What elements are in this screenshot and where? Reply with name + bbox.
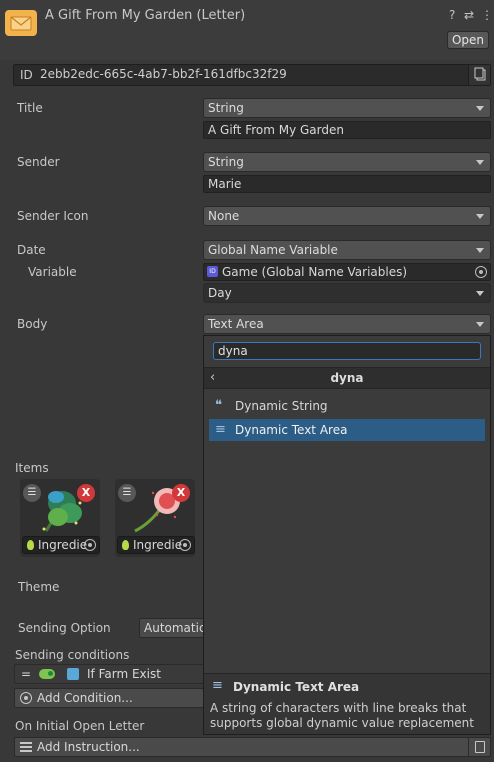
item-name: Ingredie bbox=[133, 538, 183, 552]
item-card[interactable]: ☰ X Ingredie bbox=[20, 479, 100, 557]
type-search-popup: dyna dyna ‹ ❝ Dynamic String ≡ Dynamic T… bbox=[203, 335, 491, 735]
date-type-dropdown[interactable]: Global Name Variable bbox=[203, 240, 491, 260]
condition-row[interactable]: = If Farm Exist bbox=[14, 664, 204, 684]
description-title: Dynamic Text Area bbox=[233, 680, 360, 694]
theme-label: Theme bbox=[18, 580, 60, 594]
cube-icon bbox=[67, 668, 79, 680]
add-instruction-button[interactable]: Add Instruction... bbox=[14, 737, 491, 757]
title-type-dropdown[interactable]: String bbox=[203, 98, 491, 118]
id-value[interactable]: 2ebb2edc-665c-4ab7-bb2f-161dfbc32f29 bbox=[40, 67, 287, 81]
option-dynamic-string[interactable]: ❝ Dynamic String bbox=[209, 395, 485, 417]
chevron-down-icon bbox=[476, 106, 484, 111]
chevron-down-icon bbox=[476, 160, 484, 165]
title-label: Title bbox=[17, 101, 43, 115]
sender-input[interactable]: Marie bbox=[203, 175, 491, 193]
chevron-down-icon bbox=[476, 214, 484, 219]
help-icon[interactable]: ? bbox=[449, 8, 455, 22]
chevron-down-icon bbox=[476, 248, 484, 253]
toggle-icon[interactable] bbox=[39, 669, 55, 679]
variable-label: Variable bbox=[28, 265, 77, 279]
menu-icon[interactable]: ⋮ bbox=[481, 8, 493, 22]
on-open-label: On Initial Open Letter bbox=[15, 719, 145, 733]
add-instruction-label: Add Instruction... bbox=[37, 740, 140, 754]
title-input[interactable]: A Gift From My Garden bbox=[203, 121, 491, 139]
item-tag[interactable]: Ingredie bbox=[22, 536, 100, 554]
quote-icon: ❝ bbox=[215, 398, 222, 413]
text-area-icon: ≡ bbox=[215, 422, 226, 437]
search-input[interactable]: dyna bbox=[213, 342, 481, 360]
item-name: Ingredie bbox=[38, 538, 88, 552]
instruction-list-icon bbox=[20, 741, 32, 753]
asset-title: A Gift From My Garden (Letter) bbox=[45, 8, 246, 23]
items-label: Items bbox=[15, 461, 49, 475]
id-label: ID bbox=[20, 68, 33, 82]
popup-navbar: dyna ‹ bbox=[204, 367, 490, 389]
envelope-icon bbox=[5, 10, 37, 36]
list-icon[interactable]: ☰ bbox=[118, 484, 136, 502]
open-button[interactable]: Open bbox=[447, 31, 489, 49]
date-subtype-dropdown[interactable]: Day bbox=[203, 283, 491, 303]
body-label: Body bbox=[17, 317, 48, 331]
add-condition-button[interactable]: Add Condition... bbox=[14, 688, 204, 708]
condition-label: If Farm Exist bbox=[87, 667, 161, 681]
object-picker-icon bbox=[84, 539, 96, 551]
body-type-dropdown[interactable]: Text Area bbox=[203, 314, 491, 334]
id-field: ID 2ebb2edc-665c-4ab7-bb2f-161dfbc32f29 bbox=[13, 64, 491, 86]
remove-item-button[interactable]: X bbox=[77, 484, 95, 502]
date-label: Date bbox=[17, 243, 46, 257]
copy-icon bbox=[474, 67, 486, 81]
option-description: ≡ Dynamic Text Area A string of characte… bbox=[204, 673, 490, 734]
copy-button[interactable] bbox=[468, 65, 490, 85]
inspector-header: A Gift From My Garden (Letter) ? ⇄ ⋮ Ope… bbox=[0, 0, 494, 60]
option-label: Dynamic Text Area bbox=[235, 423, 348, 437]
sending-conditions-label: Sending conditions bbox=[15, 648, 130, 662]
global-variable-icon: ID bbox=[207, 266, 218, 277]
item-tag[interactable]: Ingredie bbox=[117, 536, 195, 554]
description-text: A string of characters with line breaks … bbox=[210, 701, 474, 730]
add-condition-icon bbox=[20, 692, 32, 704]
item-card[interactable]: ☰ X Ingredie bbox=[115, 479, 195, 557]
sender-icon-dropdown[interactable]: None bbox=[203, 206, 491, 226]
text-area-icon: ≡ bbox=[212, 678, 223, 693]
chevron-down-icon bbox=[476, 322, 484, 327]
variable-field[interactable]: ID Game (Global Name Variables) bbox=[203, 263, 491, 281]
sender-type-dropdown[interactable]: String bbox=[203, 152, 491, 172]
sender-label: Sender bbox=[17, 155, 60, 169]
ingredient-icon bbox=[122, 540, 129, 550]
back-icon[interactable]: ‹ bbox=[210, 370, 215, 385]
add-condition-label: Add Condition... bbox=[37, 691, 133, 705]
option-dynamic-text-area[interactable]: ≡ Dynamic Text Area bbox=[209, 419, 485, 441]
option-label: Dynamic String bbox=[235, 399, 328, 413]
object-picker-icon bbox=[179, 539, 191, 551]
object-picker-icon[interactable] bbox=[475, 266, 487, 278]
clipboard-icon[interactable] bbox=[468, 738, 490, 756]
variable-value: Game (Global Name Variables) bbox=[222, 265, 408, 279]
chevron-down-icon bbox=[476, 291, 484, 296]
remove-item-button[interactable]: X bbox=[172, 484, 190, 502]
sending-option-label: Sending Option bbox=[18, 621, 111, 635]
ingredient-icon bbox=[27, 540, 34, 550]
popup-breadcrumb: dyna bbox=[330, 371, 364, 385]
sender-icon-label: Sender Icon bbox=[17, 209, 89, 223]
settings-icon[interactable]: ⇄ bbox=[464, 8, 474, 22]
sending-option-dropdown[interactable]: Automatic bbox=[139, 618, 205, 638]
equals-icon: = bbox=[21, 667, 32, 681]
list-icon[interactable]: ☰ bbox=[23, 484, 41, 502]
